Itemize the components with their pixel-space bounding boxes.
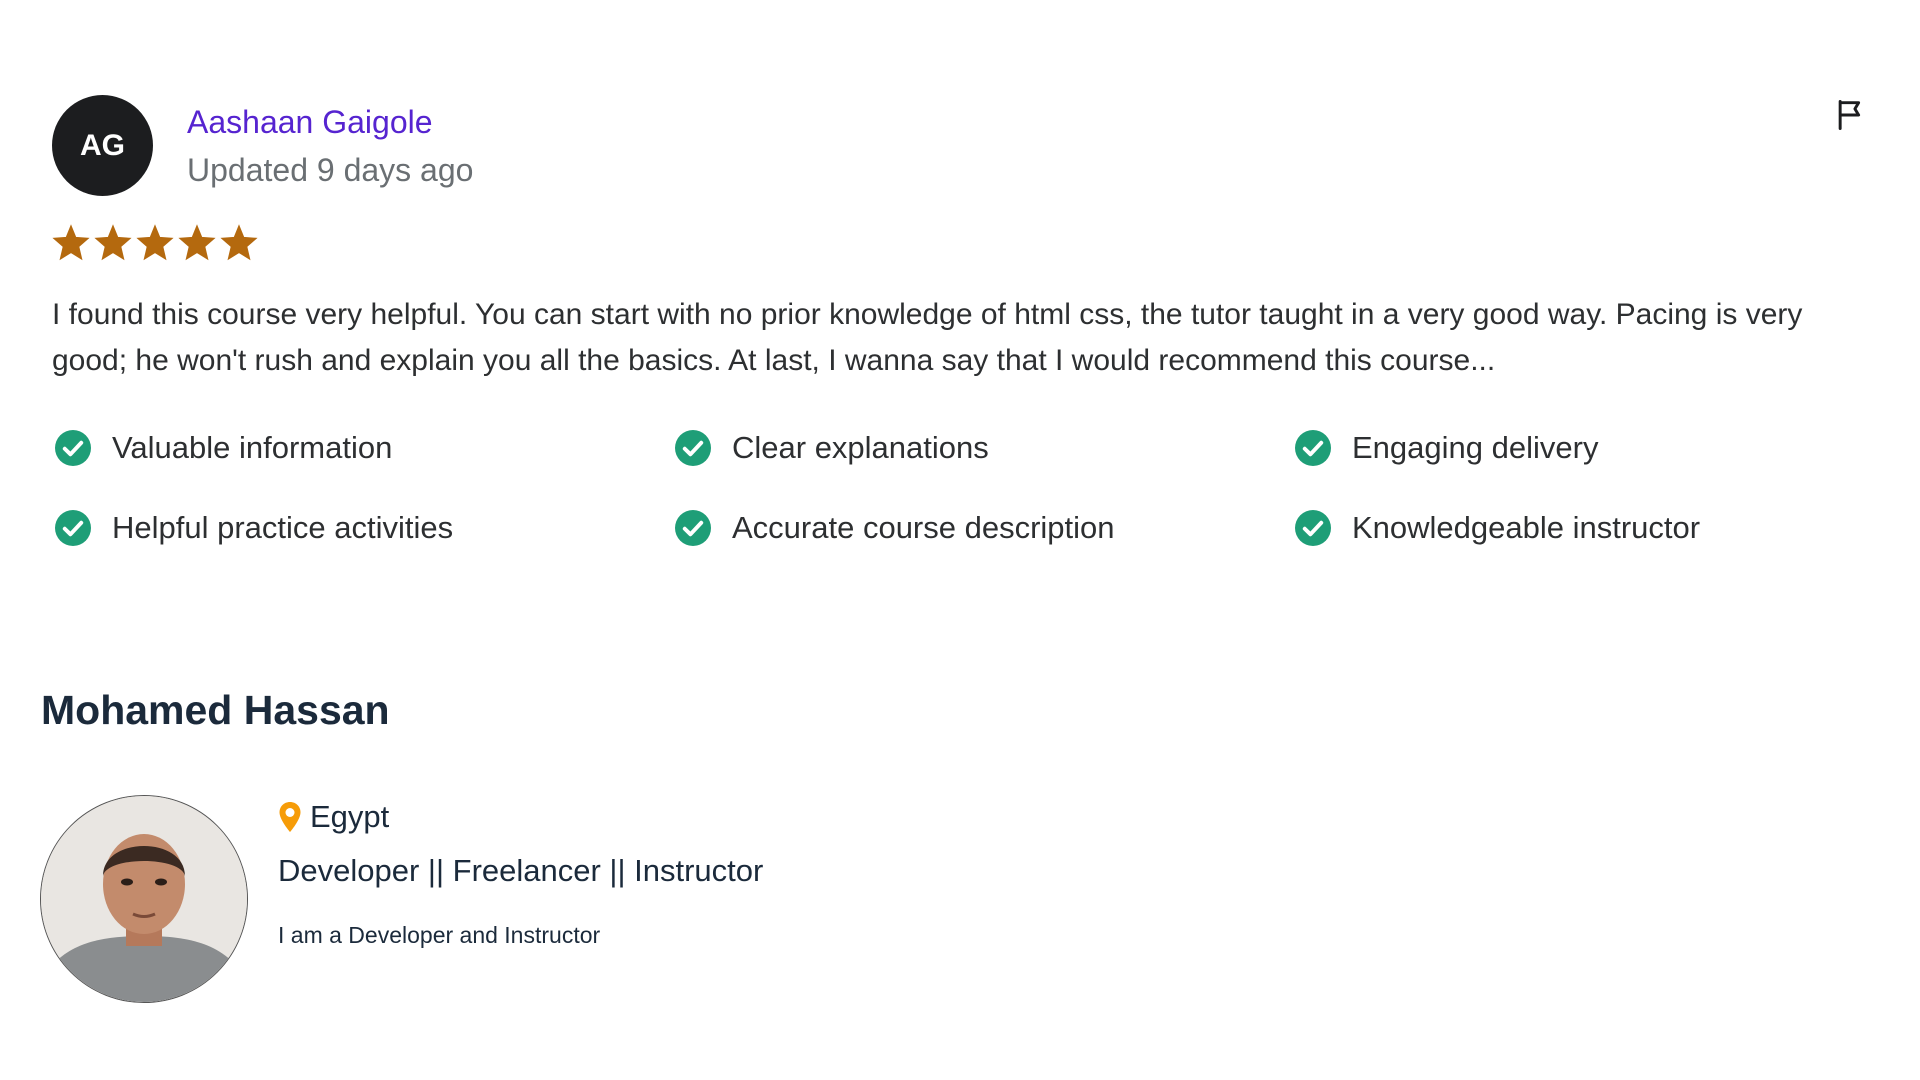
check-circle-icon: [1295, 430, 1331, 466]
reviewer-avatar: AG: [52, 95, 153, 196]
check-circle-icon: [55, 430, 91, 466]
check-circle-icon: [55, 510, 91, 546]
reviewer-meta: Aashaan Gaigole Updated 9 days ago: [187, 100, 473, 192]
review-header: AG Aashaan Gaigole Updated 9 days ago: [52, 95, 1882, 196]
star-icon: [136, 224, 174, 261]
instructor-bio: I am a Developer and Instructor: [278, 922, 601, 948]
report-button[interactable]: [1830, 95, 1870, 135]
review-tag-label: Knowledgeable instructor: [1352, 510, 1701, 545]
instructor-photo-image: [41, 796, 247, 1002]
review-tag-label: Engaging delivery: [1352, 430, 1599, 465]
review-card: AG Aashaan Gaigole Updated 9 days ago I …: [52, 95, 1882, 548]
review-tag-label: Clear explanations: [732, 430, 989, 465]
star-icon: [220, 224, 258, 261]
check-circle-icon: [1295, 510, 1331, 546]
check-circle-icon: [675, 510, 711, 546]
location-text: Egypt: [310, 799, 390, 834]
review-tag: Accurate course description: [672, 508, 1292, 548]
instructor-location: Egypt: [278, 797, 763, 837]
avatar[interactable]: [40, 795, 248, 1003]
star-rating: [52, 224, 1882, 262]
instructor-card: Egypt Developer || Freelancer || Instruc…: [40, 795, 763, 1003]
page: AG Aashaan Gaigole Updated 9 days ago I …: [0, 0, 1920, 1080]
review-text: I found this course very helpful. You ca…: [52, 298, 1803, 377]
instructor-headline: Developer || Freelancer || Instructor: [278, 853, 764, 888]
review-tag: Engaging delivery: [1292, 428, 1852, 468]
review-tag: Valuable information: [52, 428, 672, 468]
review-tag: Helpful practice activities: [52, 508, 672, 548]
instructor-info: Egypt Developer || Freelancer || Instruc…: [278, 795, 763, 1003]
review-tag: Knowledgeable instructor: [1292, 508, 1852, 548]
review-tag-label: Helpful practice activities: [112, 510, 454, 545]
review-tag-label: Accurate course description: [732, 510, 1115, 545]
review-date: Updated 9 days ago: [187, 151, 474, 188]
check-circle-icon: [675, 430, 711, 466]
instructor-name[interactable]: Mohamed Hassan: [41, 682, 390, 738]
star-icon: [94, 224, 132, 261]
reviewer-name-link[interactable]: Aashaan Gaigole: [187, 100, 473, 144]
review-tags: Valuable information Clear explanations En…: [52, 428, 1882, 548]
star-icon: [178, 224, 216, 261]
map-pin-icon: [279, 802, 301, 832]
review-tag-label: Valuable information: [112, 430, 393, 465]
review-tag: Clear explanations: [672, 428, 1292, 468]
star-icon: [52, 224, 90, 261]
flag-icon: [1838, 99, 1861, 131]
